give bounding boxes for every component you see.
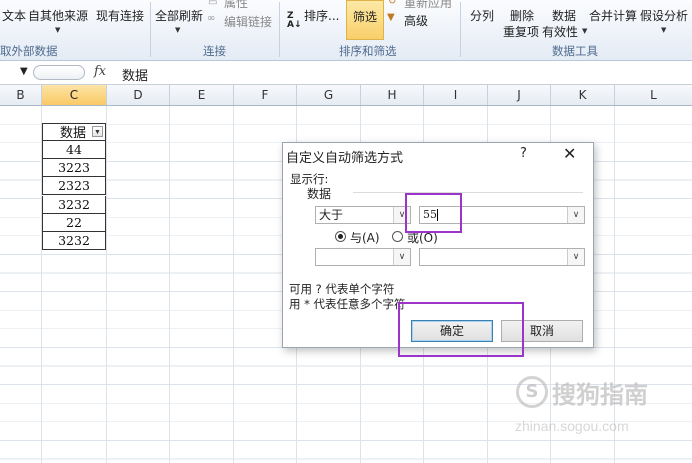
- highlight-value-box: [405, 193, 462, 233]
- column-header-d[interactable]: D: [107, 85, 170, 105]
- data-cell[interactable]: 3223: [42, 159, 106, 177]
- or-radio[interactable]: [392, 231, 403, 242]
- divider: [279, 2, 280, 57]
- what-if-button[interactable]: 假设分析: [640, 7, 688, 24]
- column-header-l[interactable]: L: [615, 85, 692, 105]
- properties-icon: ▭: [208, 0, 218, 8]
- column-header-k[interactable]: K: [551, 85, 615, 105]
- gridline: [169, 106, 170, 463]
- reapply-button[interactable]: 重新应用: [404, 0, 452, 11]
- header-cell-label: 数据: [60, 125, 87, 140]
- filter-button[interactable]: 筛选: [346, 0, 384, 40]
- data-cell[interactable]: 22: [42, 214, 106, 232]
- column-header-b[interactable]: B: [0, 85, 42, 105]
- link-icon: ∞: [207, 13, 216, 24]
- column-header-c[interactable]: C: [42, 85, 107, 105]
- column-header-e[interactable]: E: [170, 85, 234, 105]
- data-cell[interactable]: 3232: [42, 232, 106, 250]
- value-combo-2[interactable]: ∨: [419, 248, 585, 266]
- formula-input[interactable]: 数据: [122, 65, 148, 84]
- chevron-down-icon: ▼: [661, 26, 667, 34]
- chevron-down-icon[interactable]: ∨: [393, 249, 410, 265]
- divider: [460, 2, 461, 57]
- ribbon: 文本 自其他来源 ▼ 现有连接 全部刷新 ▼ ▭ 属性 ∞ 编辑链接 Z A↓ 排…: [0, 0, 692, 61]
- data-validation-label: 有效性: [542, 25, 579, 39]
- remove-duplicates-button[interactable]: 删除: [510, 7, 534, 24]
- and-radio-label[interactable]: 与(A): [350, 229, 380, 246]
- column-header-h[interactable]: H: [361, 85, 424, 105]
- wildcard-hint-multi: 用 * 代表任意多个字符: [289, 297, 406, 311]
- edit-links-button[interactable]: 编辑链接: [224, 13, 272, 30]
- and-radio[interactable]: [335, 231, 346, 242]
- fx-icon[interactable]: fx: [94, 64, 106, 79]
- operator-select-1[interactable]: 大于 ∨: [315, 206, 411, 224]
- consolidate-button[interactable]: 合并计算: [589, 7, 637, 24]
- refresh-all-button[interactable]: 全部刷新: [155, 7, 203, 24]
- watermark-brand: 搜狗指南: [552, 381, 648, 409]
- chevron-down-icon: ▼: [175, 26, 181, 34]
- watermark-url: zhinan.sogou.com: [515, 418, 629, 434]
- column-header-f[interactable]: F: [234, 85, 297, 105]
- chevron-down-icon[interactable]: ∨: [567, 249, 584, 265]
- reapply-icon: ↻: [388, 0, 397, 7]
- wildcard-hint-single: 可用 ? 代表单个字符: [289, 282, 395, 296]
- sogou-logo-icon: S: [516, 376, 548, 408]
- help-button[interactable]: ?: [520, 146, 527, 161]
- advanced-filter-icon: ▼: [387, 12, 395, 23]
- group-external-data: 取外部数据: [0, 44, 58, 58]
- divider: [150, 2, 151, 57]
- sort-az-icon: Z A↓: [287, 11, 302, 30]
- column-header-i[interactable]: I: [424, 85, 488, 105]
- chevron-down-icon: ▼: [55, 26, 61, 34]
- highlight-ok-button: [398, 302, 524, 357]
- gridline: [233, 106, 234, 463]
- sort-button[interactable]: 排序...: [304, 7, 339, 24]
- close-icon[interactable]: ✕: [563, 144, 576, 163]
- group-sort-filter: 排序和筛选: [339, 44, 397, 58]
- chevron-down-icon[interactable]: ∨: [567, 207, 584, 223]
- data-validation-button[interactable]: 数据: [552, 7, 576, 24]
- text-import-button[interactable]: 文本: [2, 7, 26, 24]
- name-box-dropdown-icon[interactable]: ▼: [20, 66, 28, 77]
- operator-select-2[interactable]: ∨: [315, 248, 411, 266]
- filter-label: 筛选: [353, 10, 378, 24]
- data-cell[interactable]: 3232: [42, 196, 106, 214]
- data-cell[interactable]: 2323: [42, 177, 106, 195]
- header-cell[interactable]: 数据 ▼: [42, 123, 106, 141]
- text-to-columns-button[interactable]: 分列: [470, 7, 494, 24]
- divider: [353, 192, 583, 193]
- advanced-button[interactable]: 高级: [404, 12, 428, 29]
- group-connections: 连接: [203, 44, 226, 58]
- formula-bar: ▼ fx 数据: [0, 62, 692, 85]
- remove-duplicates-label: 重复项: [503, 25, 540, 39]
- name-box[interactable]: [33, 65, 85, 80]
- column-headers: B C D E F G H I J K L: [0, 85, 692, 106]
- dialog-title: 自定义自动筛选方式: [286, 151, 404, 166]
- properties-button[interactable]: 属性: [224, 0, 248, 11]
- group-data-tools: 数据工具: [552, 44, 598, 58]
- existing-connections-button[interactable]: 现有连接: [96, 7, 144, 24]
- other-sources-button[interactable]: 自其他来源: [28, 7, 88, 24]
- chevron-down-icon: ▼: [582, 27, 588, 35]
- column-header-j[interactable]: J: [488, 85, 551, 105]
- operator-select-1-value: 大于: [319, 208, 344, 222]
- data-cell[interactable]: 44: [42, 141, 106, 159]
- field-label: 数据: [307, 187, 332, 201]
- autofilter-dropdown-icon[interactable]: ▼: [92, 126, 103, 137]
- gridline: [106, 106, 107, 463]
- column-header-g[interactable]: G: [297, 85, 361, 105]
